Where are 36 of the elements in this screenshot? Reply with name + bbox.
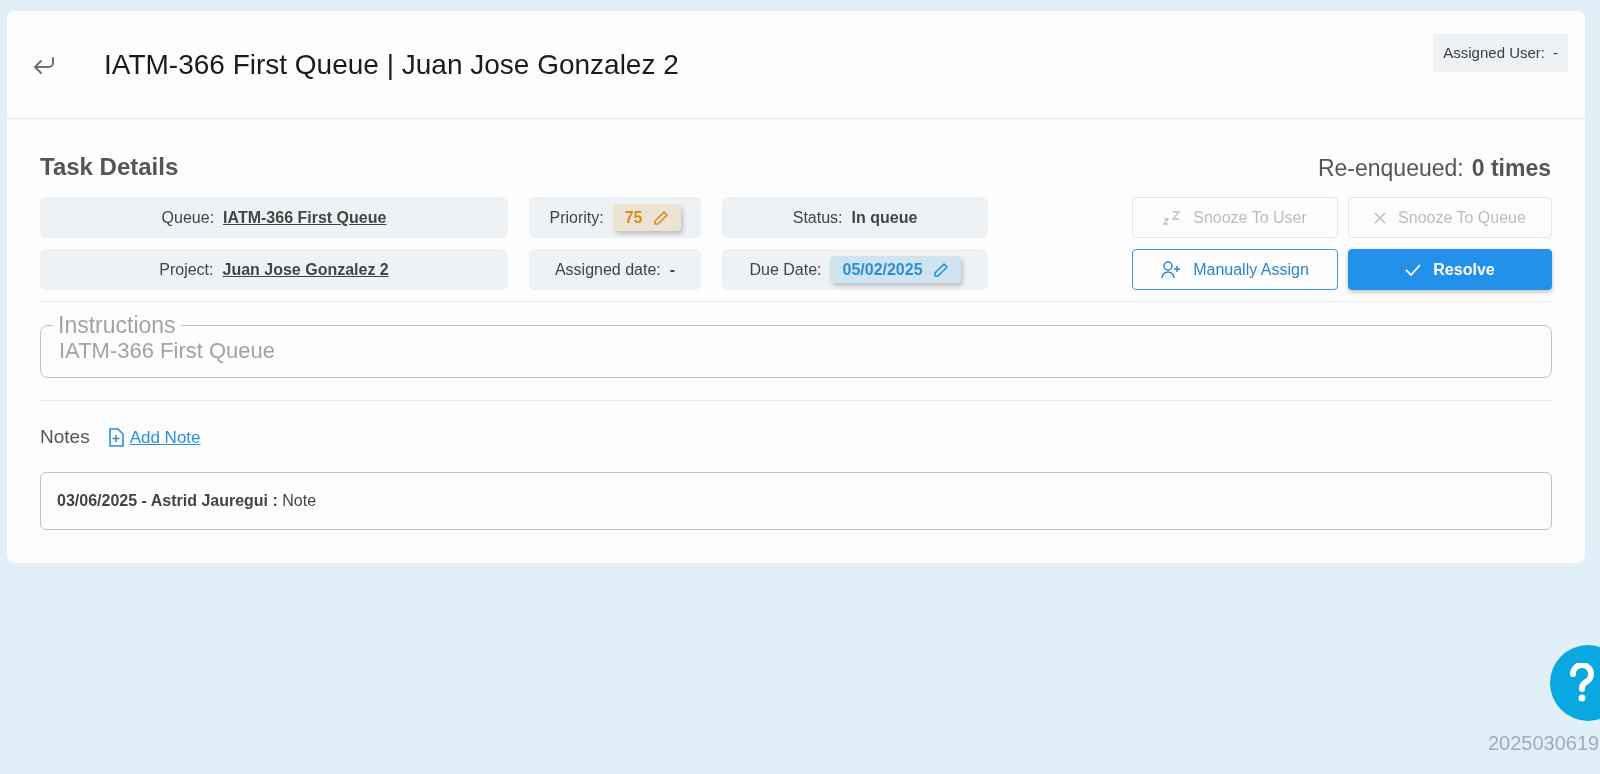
close-icon: [1374, 211, 1387, 224]
check-icon: [1405, 263, 1422, 276]
field-label: Status:: [792, 207, 843, 228]
resolve-button[interactable]: Resolve: [1348, 249, 1552, 290]
field-label: Assigned date:: [554, 259, 661, 280]
version-text: 2025030619: [1488, 731, 1600, 756]
field-value: -: [669, 259, 676, 280]
reenqueued-value: 0 times: [1471, 153, 1551, 183]
instructions-text: IATM-366 First Queue: [58, 337, 276, 365]
edit-chip[interactable]: 05/02/2025: [830, 256, 961, 283]
instructions-legend: Instructions: [53, 316, 181, 334]
pencil-icon: [652, 209, 669, 226]
pencil-icon: [932, 261, 949, 278]
back-icon[interactable]: [32, 54, 56, 75]
assign-button[interactable]: Manually Assign: [1132, 249, 1338, 290]
field-link[interactable]: IATM-366 First Queue: [223, 205, 387, 230]
add-note-link[interactable]: Add Note: [107, 424, 201, 450]
reenqueued-label: Re-enqueued:: [1317, 153, 1464, 183]
edit-chip[interactable]: 75: [612, 204, 681, 231]
add-user-icon: [1161, 260, 1182, 279]
field-label: Due Date:: [749, 259, 822, 280]
assigned-user-label: Assigned User:: [1443, 42, 1545, 63]
field-label: Priority:: [549, 207, 604, 228]
instructions-field[interactable]: Instructions IATM-366 First Queue: [40, 316, 1552, 378]
note-text: 03/06/2025 - Astrid Jauregui : Note: [57, 490, 317, 511]
field-label: Queue:: [161, 207, 215, 228]
assigned-user-value: -: [1553, 42, 1558, 63]
add-file-icon: [107, 427, 124, 447]
notes-heading: Notes: [40, 425, 90, 449]
page-title: IATM-366 First Queue | Juan Jose Gonzalez 2: [104, 47, 679, 82]
section-heading: Task Details: [40, 152, 179, 182]
help-icon: [1570, 663, 1594, 703]
field-value: In queue: [851, 207, 918, 228]
field-link[interactable]: Juan Jose Gonzalez 2: [222, 257, 389, 282]
snooze-icon: [1163, 210, 1182, 225]
field-label: Project:: [159, 259, 214, 280]
